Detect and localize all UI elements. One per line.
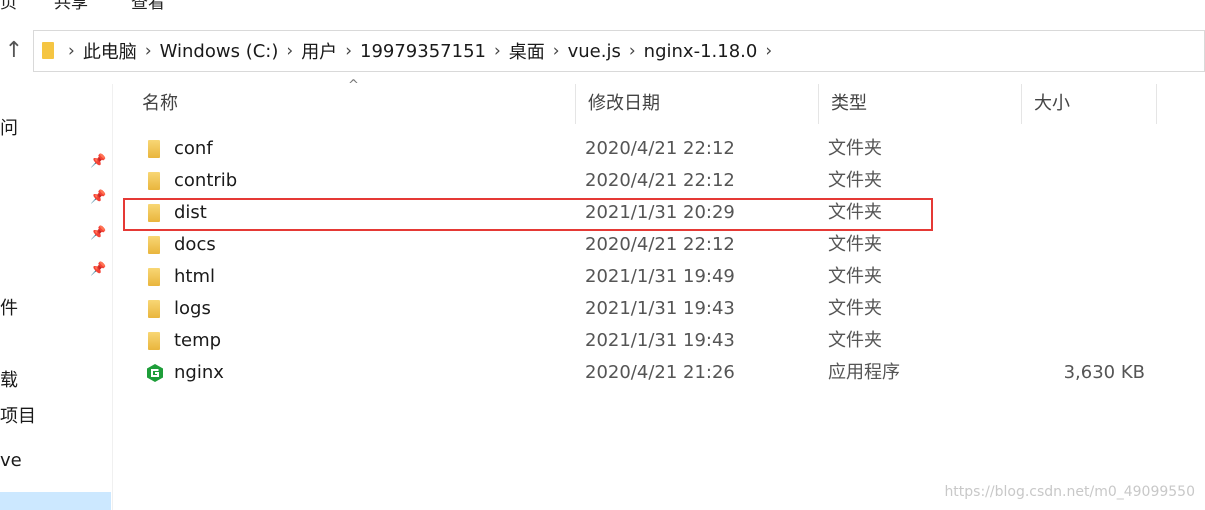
chevron-right-icon[interactable]: › (145, 41, 152, 61)
file-modified: 2021/1/31 19:43 (585, 298, 735, 319)
address-bar[interactable]: › 此电脑 › Windows (C:) › 用户 › 19979357151 … (33, 30, 1205, 72)
chevron-right-icon[interactable]: › (68, 41, 75, 61)
nav-item-documents[interactable]: 件 (0, 294, 18, 320)
watermark: https://blog.csdn.net/m0_49099550 (944, 484, 1195, 500)
file-modified: 2020/4/21 22:12 (585, 138, 735, 159)
file-type: 文件夹 (828, 330, 882, 351)
pin-icon[interactable]: 📌 (90, 226, 106, 241)
file-name: contrib (174, 170, 238, 191)
pin-icon[interactable]: 📌 (90, 262, 106, 277)
ribbon-tab-page[interactable]: 页 (0, 0, 17, 13)
folder-icon (148, 332, 160, 350)
folder-icon (148, 140, 160, 158)
file-name: conf (174, 138, 213, 159)
file-row[interactable]: temp 2021/1/31 19:43 文件夹 (130, 325, 1170, 357)
file-modified: 2020/4/21 22:12 (585, 234, 735, 255)
column-header-size[interactable]: 大小 (1022, 84, 1157, 124)
file-row[interactable]: conf 2020/4/21 22:12 文件夹 (130, 133, 1170, 165)
ribbon-tab-share[interactable]: 共享 (54, 0, 88, 13)
breadcrumb-this-pc[interactable]: 此电脑 (83, 38, 137, 64)
file-type: 应用程序 (828, 362, 900, 383)
highlight-box (123, 198, 933, 231)
file-type: 文件夹 (828, 266, 882, 287)
chevron-right-icon[interactable]: › (345, 41, 352, 61)
nav-item-onedrive[interactable]: ve (0, 450, 22, 471)
nav-item-quick-access[interactable]: 问 (0, 114, 18, 140)
column-header-type[interactable]: 类型 (819, 84, 1022, 124)
breadcrumb-vuejs[interactable]: vue.js (568, 41, 621, 62)
chevron-right-icon[interactable]: › (553, 41, 560, 61)
file-name: html (174, 266, 216, 287)
file-name: docs (174, 234, 216, 255)
breadcrumb: › 此电脑 › Windows (C:) › 用户 › 19979357151 … (34, 31, 780, 71)
column-headers: ^ 名称 修改日期 类型 大小 (130, 78, 1205, 124)
navigation-pane: 问 📌 📌 📌 📌 件 载 项目 ve (0, 84, 113, 510)
folder-icon (148, 172, 160, 190)
breadcrumb-users[interactable]: 用户 (301, 38, 337, 64)
file-type: 文件夹 (828, 234, 882, 255)
ribbon-tab-view[interactable]: 查看 (131, 0, 165, 13)
file-modified: 2020/4/21 22:12 (585, 170, 735, 191)
up-arrow-icon[interactable]: ↑ (0, 36, 28, 66)
file-name: nginx (174, 362, 224, 383)
breadcrumb-desktop[interactable]: 桌面 (509, 38, 545, 64)
breadcrumb-drive-c[interactable]: Windows (C:) (160, 41, 279, 62)
folder-icon (148, 236, 160, 254)
file-row[interactable]: contrib 2020/4/21 22:12 文件夹 (130, 165, 1170, 197)
file-row[interactable]: nginx 2020/4/21 21:26 应用程序 3,630 KB (130, 357, 1170, 389)
folder-icon (148, 300, 160, 318)
chevron-right-icon[interactable]: › (765, 41, 772, 61)
file-type: 文件夹 (828, 298, 882, 319)
file-modified: 2021/1/31 19:49 (585, 266, 735, 287)
file-size: 3,630 KB (1063, 362, 1145, 383)
file-row[interactable]: html 2021/1/31 19:49 文件夹 (130, 261, 1170, 293)
file-modified: 2021/1/31 19:43 (585, 330, 735, 351)
pin-icon[interactable]: 📌 (90, 190, 106, 205)
column-header-name[interactable]: 名称 (130, 84, 576, 124)
column-header-modified[interactable]: 修改日期 (576, 84, 819, 124)
pin-icon[interactable]: 📌 (90, 154, 106, 169)
ribbon-tabs: 页 共享 查看 (0, 0, 1205, 14)
chevron-right-icon[interactable]: › (629, 41, 636, 61)
breadcrumb-nginx[interactable]: nginx-1.18.0 (644, 41, 758, 62)
folder-icon (148, 268, 160, 286)
breadcrumb-user[interactable]: 19979357151 (360, 41, 486, 62)
nginx-app-icon (147, 364, 163, 382)
nav-item-downloads[interactable]: 载 (0, 366, 18, 392)
file-name: temp (174, 330, 222, 351)
nav-item-selected[interactable] (0, 492, 111, 510)
chevron-right-icon[interactable]: › (286, 41, 293, 61)
file-name: logs (174, 298, 211, 319)
nav-item-projects[interactable]: 项目 (0, 402, 36, 428)
file-type: 文件夹 (828, 138, 882, 159)
chevron-right-icon[interactable]: › (494, 41, 501, 61)
file-row[interactable]: docs 2020/4/21 22:12 文件夹 (130, 229, 1170, 261)
file-modified: 2020/4/21 21:26 (585, 362, 735, 383)
file-type: 文件夹 (828, 170, 882, 191)
file-row[interactable]: logs 2021/1/31 19:43 文件夹 (130, 293, 1170, 325)
